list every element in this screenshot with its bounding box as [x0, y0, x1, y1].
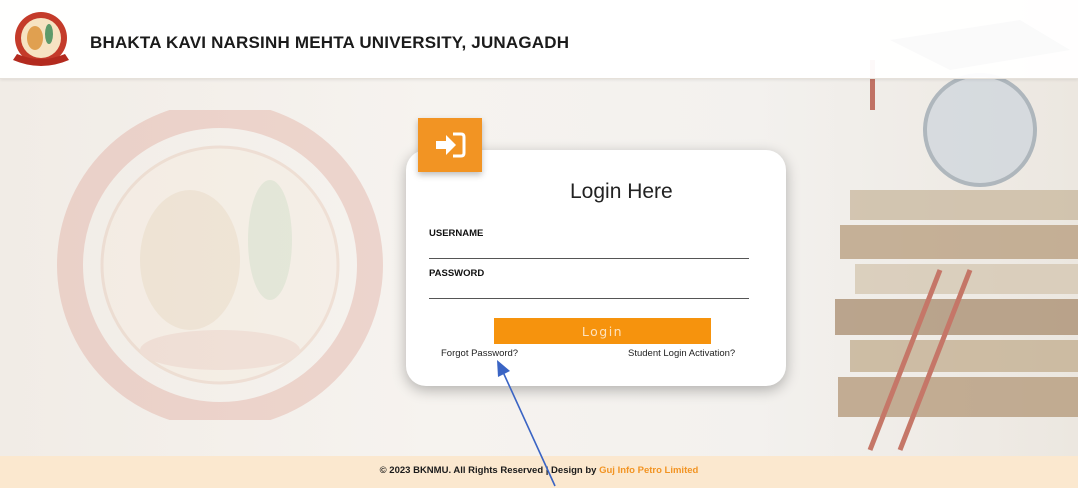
copyright-text: © 2023 BKNMU. All Rights Reserved | Desi… [379, 465, 600, 476]
university-seal-logo[interactable] [5, 10, 77, 72]
university-title: BHAKTA KAVI NARSINH MEHTA UNIVERSITY, JU… [90, 33, 570, 52]
password-input[interactable] [429, 278, 749, 299]
site-footer: © 2023 BKNMU. All Rights Reserved | Desi… [0, 456, 1078, 488]
login-badge [418, 118, 482, 172]
background-books-illustration [835, 20, 1078, 451]
student-login-activation-link[interactable]: Student Login Activation? [628, 348, 735, 359]
designer-link[interactable]: Guj Info Petro Limited [599, 465, 698, 476]
login-title: Login Here [570, 180, 673, 203]
username-input[interactable] [429, 238, 749, 259]
site-header: BHAKTA KAVI NARSINH MEHTA UNIVERSITY, JU… [0, 0, 1078, 79]
footer-text: © 2023 BKNMU. All Rights Reserved | Desi… [0, 465, 1078, 476]
login-button[interactable]: Login [494, 318, 711, 344]
background-university-seal [57, 110, 383, 420]
sign-in-icon [436, 132, 466, 158]
forgot-password-link[interactable]: Forgot Password? [441, 348, 518, 359]
